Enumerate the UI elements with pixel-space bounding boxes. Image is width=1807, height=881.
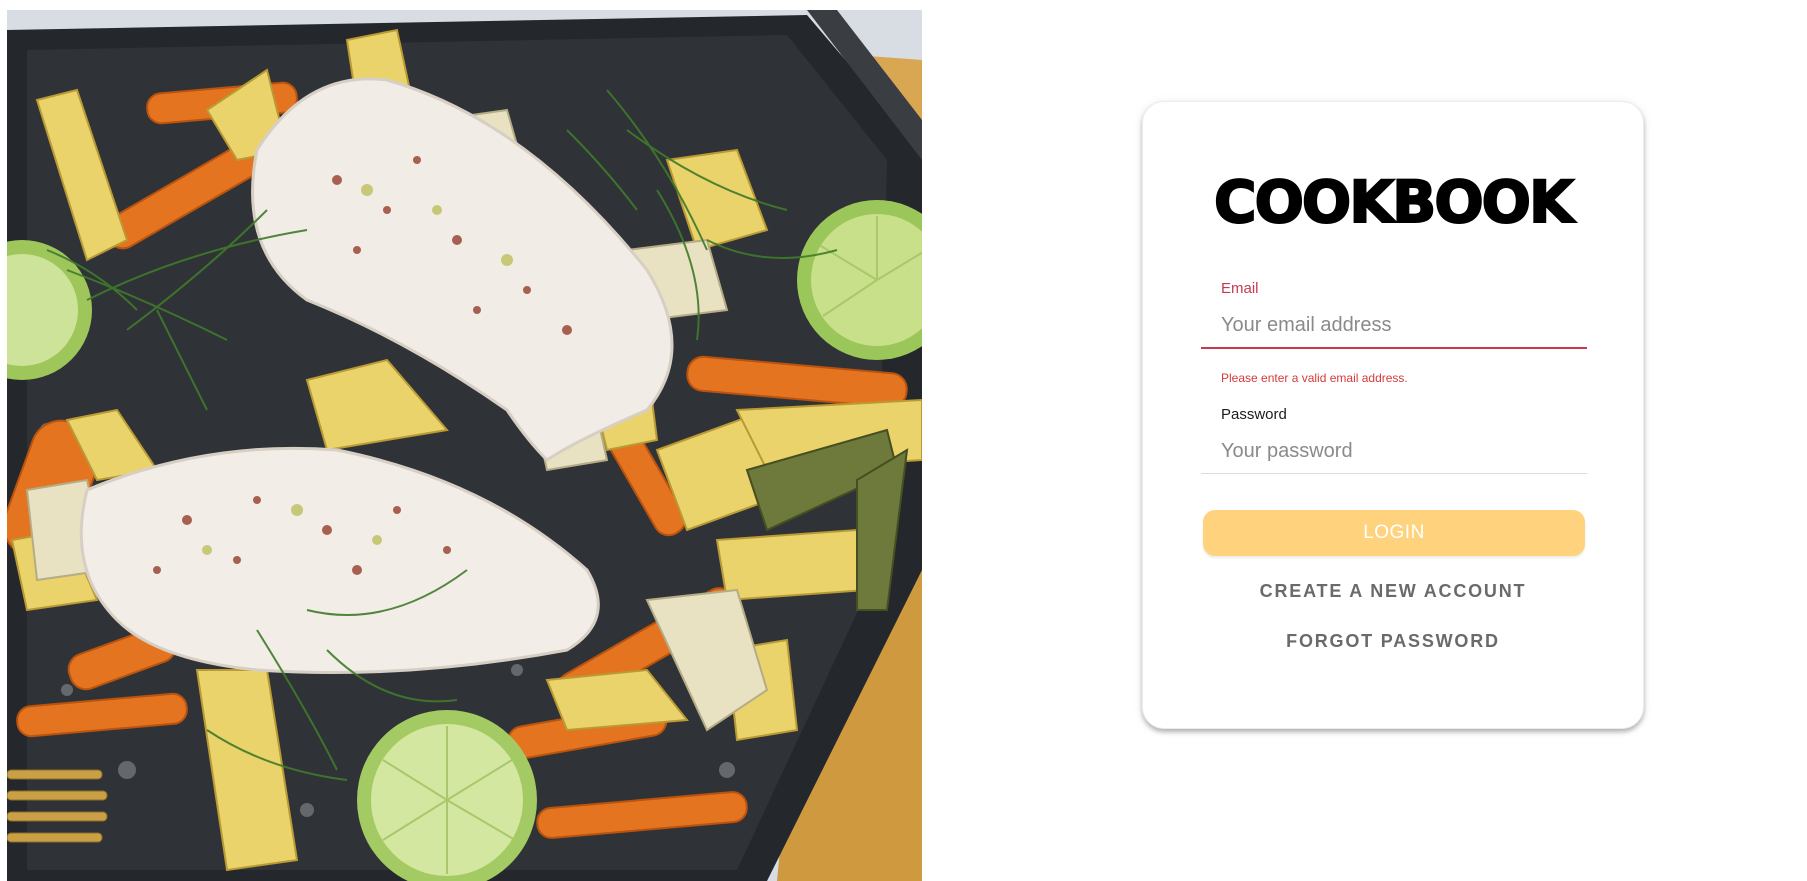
food-photo-illustration (7, 10, 922, 881)
email-underline (1201, 347, 1587, 349)
password-underline (1201, 473, 1587, 474)
forgot-password-button[interactable]: FORGOT PASSWORD (1143, 630, 1643, 653)
password-input[interactable] (1201, 430, 1587, 472)
login-button[interactable]: LOGIN (1203, 510, 1585, 556)
brand-title: COOKBOOK (1213, 167, 1575, 237)
email-error-message: Please enter a valid email address. (1221, 371, 1408, 385)
login-card: COOKBOOK Email Please enter a valid emai… (1142, 101, 1644, 729)
login-page: COOKBOOK Email Please enter a valid emai… (0, 0, 1807, 881)
food-photo (7, 10, 922, 881)
password-label: Password (1221, 406, 1287, 423)
email-input[interactable] (1201, 304, 1587, 346)
email-label: Email (1221, 280, 1259, 297)
create-account-button[interactable]: CREATE A NEW ACCOUNT (1143, 580, 1643, 603)
